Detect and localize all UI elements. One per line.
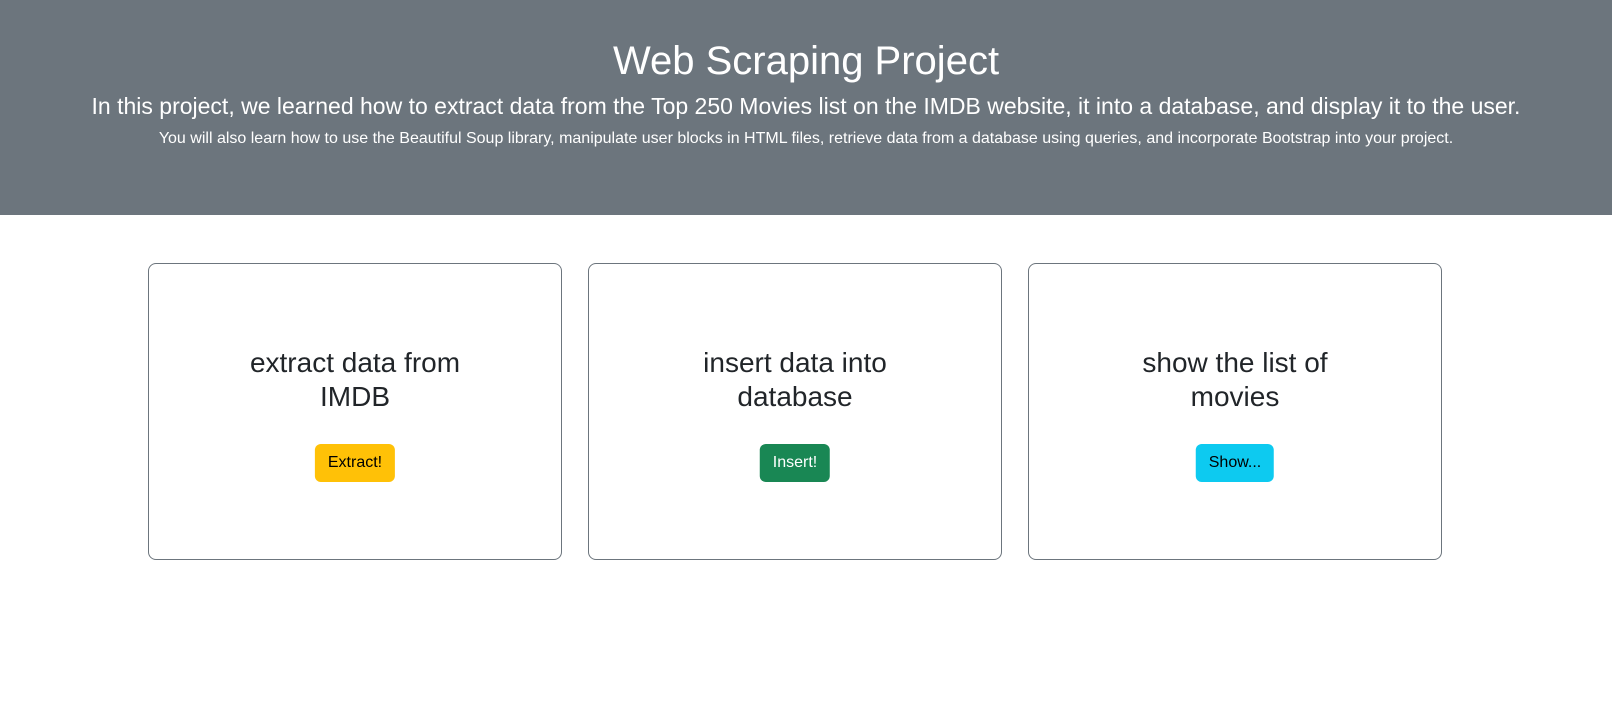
- show-card-title: show the list of movies: [1142, 347, 1328, 412]
- show-button[interactable]: Show...: [1195, 444, 1275, 482]
- page-subtext: You will also learn how to use the Beaut…: [158, 130, 1454, 147]
- page-title: Web Scraping Project: [612, 39, 1000, 83]
- extract-card-title: extract data from IMDB: [249, 347, 461, 412]
- insert-card-title: insert data into database: [703, 347, 887, 412]
- insert-button[interactable]: Insert!: [759, 444, 831, 482]
- extract-card: extract data from IMDB Extract!: [148, 263, 562, 560]
- show-card: show the list of movies Show...: [1028, 263, 1442, 560]
- insert-card: insert data into database Insert!: [588, 263, 1002, 560]
- page-header: Web Scraping Project In this project, we…: [0, 0, 1612, 215]
- page-lead-text: In this project, we learned how to extra…: [91, 93, 1521, 119]
- extract-button[interactable]: Extract!: [314, 444, 396, 482]
